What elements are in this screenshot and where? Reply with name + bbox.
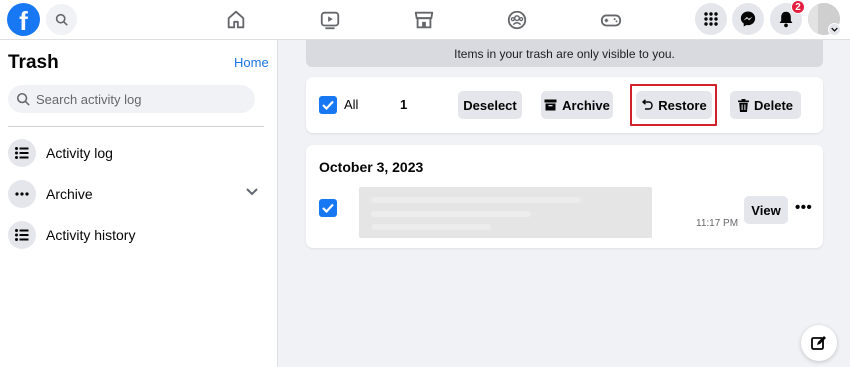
undo-icon <box>642 99 653 110</box>
archive-button[interactable]: Archive <box>541 91 613 119</box>
deselect-label: Deselect <box>463 97 517 113</box>
groups-icon[interactable] <box>505 8 529 32</box>
search-input[interactable]: Search activity log <box>8 85 255 113</box>
item-timestamp: 11:17 PM <box>696 218 739 229</box>
notification-badge: 2 <box>791 0 805 14</box>
selected-count: 1 <box>400 97 408 112</box>
sidebar-item-label: Activity log <box>46 145 113 161</box>
bell-icon <box>779 11 793 28</box>
trash-icon <box>737 98 749 112</box>
search-button[interactable] <box>46 4 77 35</box>
new-message-button[interactable] <box>801 325 837 361</box>
checkmark-icon <box>322 203 334 213</box>
facebook-logo[interactable]: f <box>7 3 40 36</box>
chevron-down-icon <box>831 27 838 32</box>
privacy-banner: Items in your trash are only visible to … <box>306 40 823 67</box>
select-all-checkbox[interactable] <box>319 96 337 114</box>
account-menu-chevron[interactable] <box>828 23 841 36</box>
delete-label: Delete <box>753 97 794 113</box>
checkmark-icon <box>322 100 334 110</box>
list-icon <box>8 139 36 167</box>
date-heading: October 3, 2023 <box>319 159 424 175</box>
menu-button[interactable] <box>695 3 727 35</box>
top-navigation-bar: f 2 <box>0 0 850 40</box>
archive-label: Archive <box>562 97 610 113</box>
sidebar-item-activity-log[interactable]: Activity log <box>8 136 270 170</box>
chevron-down-icon[interactable] <box>246 188 258 196</box>
home-link[interactable]: Home <box>234 55 269 70</box>
view-label: View <box>751 202 781 218</box>
item-checkbox[interactable] <box>319 199 337 217</box>
messenger-icon <box>740 11 756 27</box>
blurred-line <box>371 224 491 230</box>
bulk-actions-bar: All 1 Deselect Archive Restore Delete <box>306 77 823 133</box>
restore-label: Restore <box>658 97 707 113</box>
delete-button[interactable]: Delete <box>730 91 801 119</box>
sidebar-item-archive[interactable]: Archive <box>8 177 270 211</box>
deselect-button[interactable]: Deselect <box>458 91 522 119</box>
select-all-label: All <box>344 97 359 112</box>
sidebar: Trash Home Search activity log Activity … <box>0 40 278 367</box>
compose-icon <box>811 336 826 350</box>
divider <box>8 126 264 127</box>
gaming-icon[interactable] <box>599 8 623 32</box>
trash-item-card: October 3, 2023 11:17 PM View ••• <box>306 145 823 248</box>
blurred-item-preview <box>359 187 652 238</box>
search-placeholder: Search activity log <box>36 91 142 107</box>
sidebar-item-activity-history[interactable]: Activity history <box>8 218 270 252</box>
sidebar-item-label: Archive <box>46 186 93 202</box>
search-icon <box>55 13 68 26</box>
search-icon <box>16 92 30 106</box>
more-options-icon[interactable]: ••• <box>795 200 812 215</box>
menu-grid-icon <box>704 12 718 26</box>
home-icon[interactable] <box>224 8 248 32</box>
marketplace-icon[interactable] <box>412 8 436 32</box>
sidebar-item-label: Activity history <box>46 227 136 243</box>
logo-letter: f <box>19 6 28 36</box>
messenger-button[interactable] <box>732 3 764 35</box>
archive-box-icon <box>544 99 557 111</box>
list-icon <box>8 221 36 249</box>
blurred-line <box>371 211 531 217</box>
more-dots-icon <box>8 180 36 208</box>
video-icon[interactable] <box>318 8 342 32</box>
restore-button[interactable]: Restore <box>636 91 712 119</box>
view-button[interactable]: View <box>744 196 788 224</box>
page-title: Trash <box>8 52 59 73</box>
blurred-line <box>371 197 581 203</box>
